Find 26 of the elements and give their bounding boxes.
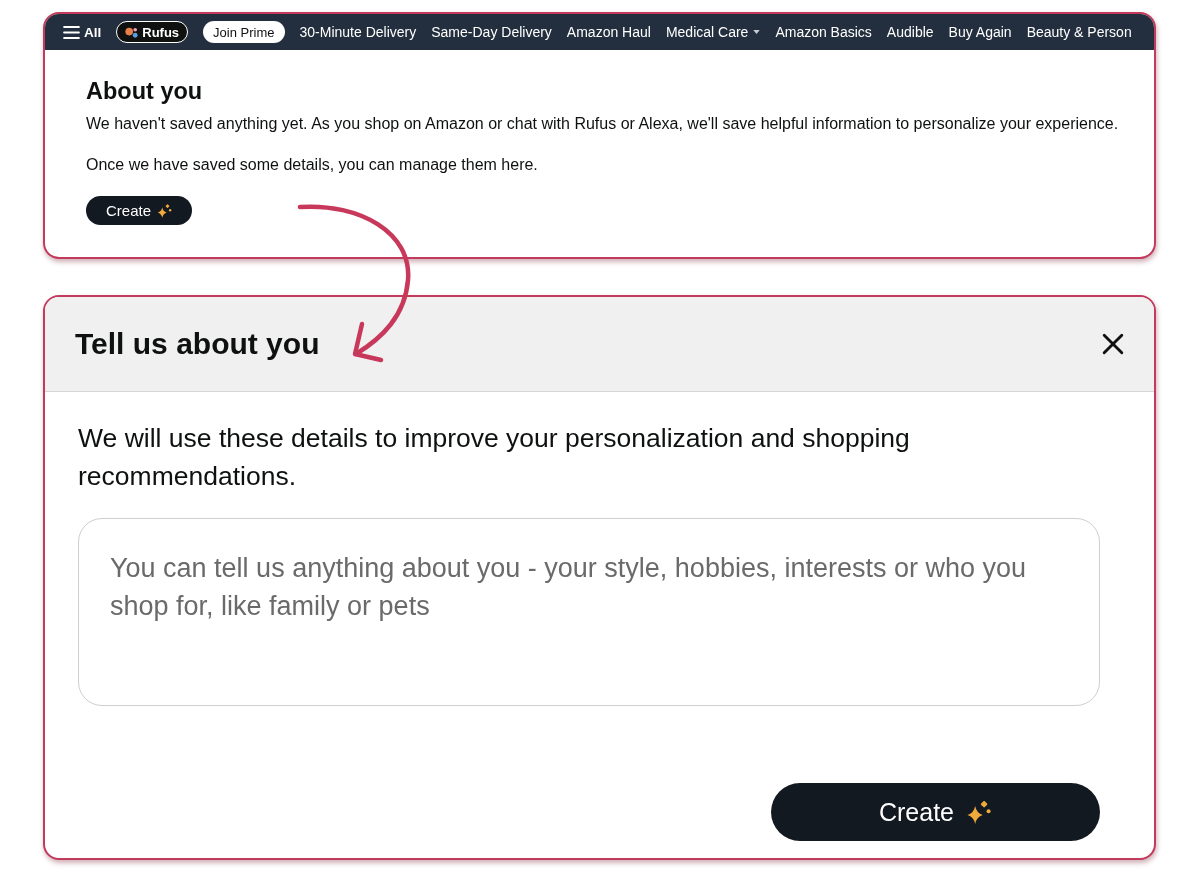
input-field[interactable]: You can tell us anything about you - your style, hobbies, interests or who you shop for, like family or pets [78,518,1100,706]
caret-icon [753,30,761,34]
nav-link[interactable]: 30-Minute Delivery [299,24,417,40]
body-text: We haven't saved anything yet. As you shop on Amazon or chat with Rufus or Alexa, we'll save helpful information to personalize your experience. [86,114,1120,134]
menu-icon [63,25,80,39]
nav-link[interactable]: Medical Care [665,24,761,40]
nav-link[interactable]: Amazon Haul [566,24,651,40]
dialog-title: Tell us about you [75,327,320,361]
join-prime-button[interactable]: Join Prime [203,21,285,43]
dialog-description: We will use these details to improve your personalization and shopping recommendations. [78,422,911,493]
nav-link[interactable]: Amazon Basics [775,24,872,40]
sparkle-icon [966,800,992,824]
sparkle-icon [157,203,173,218]
nav-link[interactable]: Same-Day Delivery [431,24,552,40]
close-button[interactable] [1102,333,1124,355]
body-text: Once we have saved some details, you can manage them here. [86,155,539,175]
dots-icon [125,26,139,38]
nav-link[interactable]: Audible [886,24,934,40]
create-button[interactable]: Create [771,783,1100,841]
section-title: About you [86,78,204,105]
close-icon [1102,333,1124,355]
create-button[interactable]: Create [86,196,193,225]
all-menu-button[interactable]: All [63,24,102,40]
nav-link[interactable]: Beauty & Person [1026,24,1132,40]
nav-link[interactable]: Buy Again [948,24,1012,40]
rufus-button[interactable]: Rufus [116,21,189,43]
